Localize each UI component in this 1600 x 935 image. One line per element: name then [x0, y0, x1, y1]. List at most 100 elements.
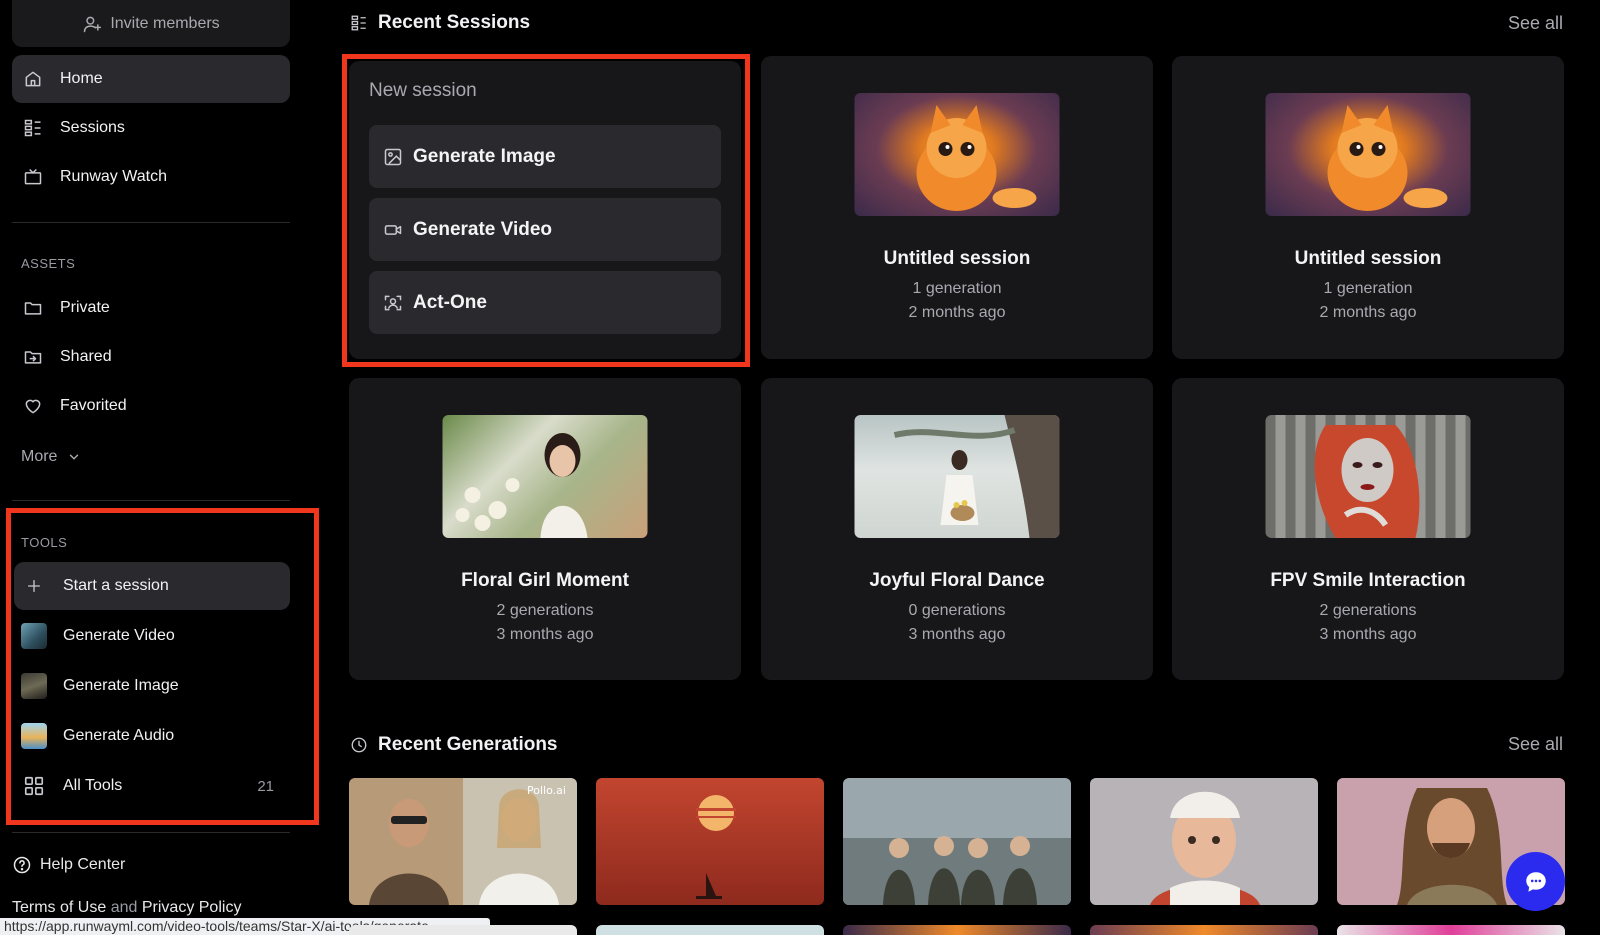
session-card[interactable]: Floral Girl Moment 2 generations 3 month… — [349, 378, 741, 680]
generation-thumbnail[interactable] — [596, 925, 824, 935]
session-thumbnail — [1265, 415, 1471, 538]
session-generation-count: 1 generation — [1323, 280, 1413, 297]
generation-thumbnail[interactable] — [349, 925, 577, 935]
sidebar-item-shared[interactable]: Shared — [12, 333, 290, 381]
tool-label: Start a session — [63, 577, 169, 594]
recent-generations-heading: Recent Generations — [350, 734, 558, 756]
tool-generate-video[interactable]: Generate Video — [14, 612, 290, 660]
session-card[interactable]: Untitled session 1 generation 2 months a… — [1172, 56, 1564, 359]
generation-watermark: Pollo.ai — [527, 784, 566, 797]
session-thumbnail — [854, 415, 1060, 538]
session-age: 2 months ago — [908, 304, 1006, 321]
chat-icon — [1523, 869, 1549, 895]
help-center-label: Help Center — [40, 856, 126, 873]
session-generation-count: 1 generation — [912, 280, 1002, 297]
more-toggle[interactable]: More — [21, 448, 81, 466]
sidebar-item-runway-watch[interactable]: Runway Watch — [12, 153, 290, 201]
and-text: and — [110, 899, 138, 916]
tool-label: Generate Video — [63, 627, 175, 644]
sidebar-item-home[interactable]: Home — [12, 55, 290, 103]
invite-members-button[interactable]: Invite members — [12, 0, 290, 47]
heart-icon — [22, 395, 44, 417]
session-age: 2 months ago — [1319, 304, 1417, 321]
recent-generations-title: Recent Generations — [378, 734, 558, 755]
session-generation-count: 2 generations — [1319, 602, 1417, 619]
sidebar-item-favorited[interactable]: Favorited — [12, 382, 290, 430]
help-icon — [12, 855, 32, 875]
tools-section-label: TOOLS — [21, 535, 68, 550]
sidebar-item-label: Private — [60, 299, 110, 316]
act-one-button[interactable]: Act-One — [369, 271, 721, 334]
privacy-link[interactable]: Privacy Policy — [142, 899, 242, 916]
session-card[interactable]: Joyful Floral Dance 0 generations 3 mont… — [761, 378, 1153, 680]
session-generation-count: 0 generations — [908, 602, 1006, 619]
clock-icon — [350, 736, 368, 754]
tool-label: All Tools — [63, 777, 123, 794]
sidebar-divider — [12, 832, 290, 833]
help-center-link[interactable]: Help Center — [12, 855, 125, 875]
sidebar-item-sessions[interactable]: Sessions — [12, 104, 290, 152]
tv-icon — [22, 166, 44, 188]
sidebar-item-label: Sessions — [60, 119, 125, 136]
session-card[interactable]: Untitled session 1 generation 2 months a… — [761, 56, 1153, 359]
sidebar-item-label: Shared — [60, 348, 112, 365]
generate-image-thumb — [21, 673, 47, 699]
tool-generate-audio[interactable]: Generate Audio — [14, 712, 290, 760]
new-session-label: New session — [369, 80, 477, 101]
sessions-icon — [22, 117, 44, 139]
add-user-icon — [82, 14, 102, 34]
session-title: Floral Girl Moment — [461, 570, 629, 591]
generate-audio-thumb — [21, 723, 47, 749]
grid-icon — [21, 775, 47, 797]
session-title: Untitled session — [883, 248, 1031, 269]
button-label: Generate Video — [413, 218, 553, 240]
shared-folder-icon — [22, 346, 44, 368]
sidebar-divider — [12, 500, 290, 501]
generate-video-button[interactable]: Generate Video — [369, 198, 721, 261]
home-icon — [22, 68, 44, 90]
generation-thumbnail[interactable] — [843, 925, 1071, 935]
sidebar-item-label: Home — [60, 70, 103, 87]
generation-thumbnail[interactable] — [1337, 925, 1565, 935]
see-all-generations-link[interactable]: See all — [1508, 734, 1563, 755]
generation-thumbnail[interactable] — [843, 778, 1071, 905]
generate-image-button[interactable]: Generate Image — [369, 125, 721, 188]
tool-label: Generate Audio — [63, 727, 175, 744]
session-age: 3 months ago — [1319, 626, 1417, 643]
chevron-down-icon — [67, 450, 81, 464]
session-title: Untitled session — [1294, 248, 1442, 269]
terms-link[interactable]: Terms of Use — [12, 899, 106, 916]
sidebar-item-label: Runway Watch — [60, 168, 167, 185]
sidebar-item-label: Favorited — [60, 397, 127, 414]
sidebar-item-private[interactable]: Private — [12, 284, 290, 332]
session-thumbnail — [854, 93, 1060, 216]
start-session-button[interactable]: Start a session — [14, 562, 290, 610]
recent-sessions-heading: Recent Sessions — [350, 12, 530, 34]
face-scan-icon — [383, 293, 403, 313]
session-age: 3 months ago — [496, 626, 594, 643]
chat-support-button[interactable] — [1506, 852, 1565, 911]
generation-thumbnail[interactable] — [596, 778, 824, 905]
session-age: 3 months ago — [908, 626, 1006, 643]
button-label: Act-One — [413, 291, 487, 313]
video-camera-icon — [383, 220, 403, 240]
session-title: Joyful Floral Dance — [869, 570, 1045, 591]
tool-label: Generate Image — [63, 677, 179, 694]
folder-icon — [22, 297, 44, 319]
session-card[interactable]: FPV Smile Interaction 2 generations 3 mo… — [1172, 378, 1564, 680]
sessions-icon — [350, 14, 368, 32]
sidebar-divider — [12, 222, 290, 223]
legal-links: Terms of Use and Privacy Policy — [12, 899, 241, 917]
tool-generate-image[interactable]: Generate Image — [14, 662, 290, 710]
more-label: More — [21, 448, 58, 465]
generation-thumbnail[interactable] — [1090, 778, 1318, 905]
button-label: Generate Image — [413, 145, 556, 167]
generation-thumbnail[interactable]: Pollo.ai — [349, 778, 577, 905]
generation-thumbnail[interactable] — [1090, 925, 1318, 935]
tool-all-tools[interactable]: All Tools 21 — [14, 762, 290, 810]
session-thumbnail — [442, 415, 648, 538]
see-all-sessions-link[interactable]: See all — [1508, 13, 1563, 34]
all-tools-count: 21 — [257, 777, 274, 795]
image-icon — [383, 147, 403, 167]
generate-video-thumb — [21, 623, 47, 649]
